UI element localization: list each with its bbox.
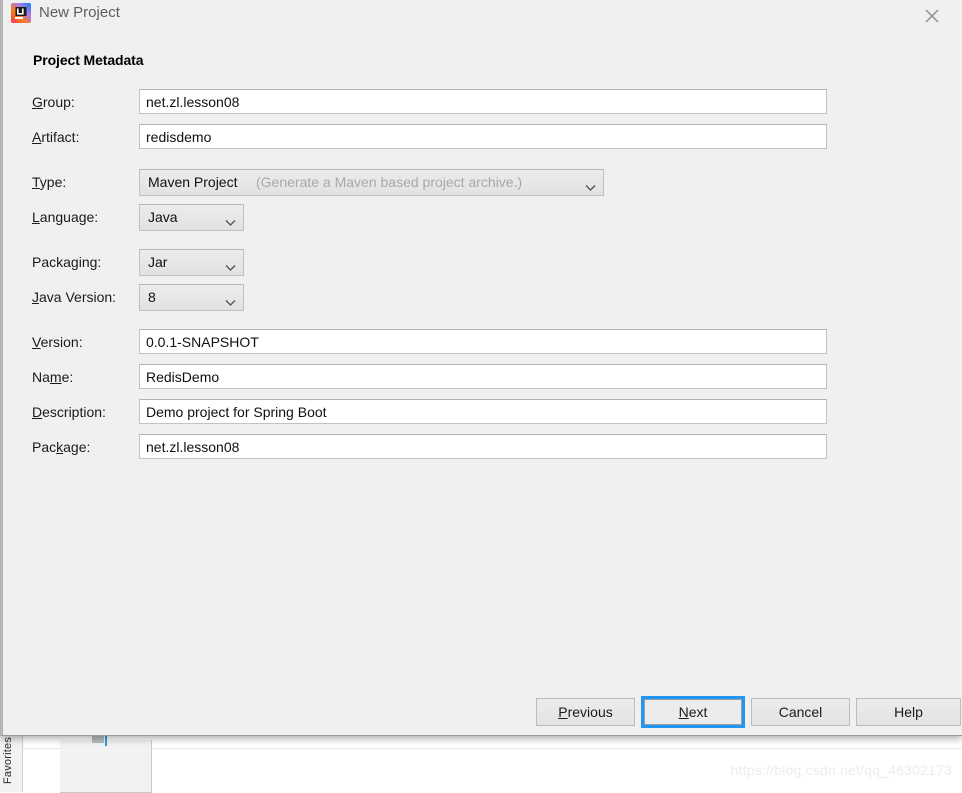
artifact-input[interactable] [139, 124, 827, 149]
label-type: Type: [32, 174, 67, 190]
label-package-pre: Pac [32, 439, 57, 455]
language-combobox[interactable]: Java [139, 204, 244, 231]
label-artifact: Artifact: [32, 129, 80, 145]
label-description-rest: escription: [42, 404, 106, 420]
label-type-rest: ype: [39, 174, 67, 190]
packaging-combobox[interactable]: Jar [139, 249, 244, 276]
java-version-combobox[interactable]: 8 [139, 284, 244, 311]
label-name-rest: e: [61, 369, 74, 385]
description-input[interactable] [139, 399, 827, 424]
chevron-down-icon [225, 294, 236, 312]
chevron-down-icon [225, 214, 236, 232]
label-package-rest: age: [63, 439, 91, 455]
cancel-button[interactable]: Cancel [751, 698, 850, 726]
previous-button[interactable]: Previous [536, 698, 635, 726]
label-group-rest: roup: [42, 94, 75, 110]
watermark-text: https://blog.csdn.net/qq_46302173 [730, 762, 952, 778]
label-group: Group: [32, 94, 75, 110]
type-combobox-value: Maven Project [148, 174, 238, 190]
next-button-inner: Next [644, 699, 742, 725]
label-java-version-rest: ava Version: [39, 289, 117, 305]
label-name: Name: [32, 369, 74, 385]
chevron-down-icon [585, 179, 596, 197]
intellij-idea-icon [11, 3, 31, 23]
previous-button-rest: revious [567, 704, 613, 720]
label-artifact-rest: rtifact: [41, 129, 80, 145]
label-packaging: Packaging: [32, 254, 102, 270]
page-title: Project Metadata [33, 52, 144, 68]
help-button[interactable]: Help [856, 698, 961, 726]
dialog-title-bar: New Project [3, 0, 962, 30]
label-packaging-pre: Packa [32, 254, 71, 270]
chevron-down-icon [225, 259, 236, 277]
ide-tab-marker [92, 736, 104, 743]
name-input[interactable] [139, 364, 827, 389]
version-input[interactable] [139, 329, 827, 354]
label-package: Package: [32, 439, 91, 455]
next-button[interactable]: Next [641, 696, 745, 728]
label-name-pre: Na [32, 369, 50, 385]
label-packaging-rest: ing: [78, 254, 102, 270]
close-icon[interactable] [910, 0, 954, 30]
type-combobox-hint: (Generate a Maven based project archive.… [256, 174, 523, 190]
label-description: Description: [32, 404, 106, 420]
label-version-rest: ersion: [40, 334, 83, 350]
package-input[interactable] [139, 434, 827, 459]
new-project-dialog: New Project Project Metadata Group: Arti… [0, 0, 962, 736]
java-version-combobox-value: 8 [148, 289, 156, 305]
next-button-rest: ext [688, 704, 708, 720]
dialog-title: New Project [39, 4, 120, 21]
language-combobox-value: Java [148, 209, 178, 225]
group-input[interactable] [139, 89, 827, 114]
label-language: Language: [32, 209, 99, 225]
ide-caret [105, 735, 107, 746]
type-combobox[interactable]: Maven Project (Generate a Maven based pr… [139, 169, 604, 196]
label-language-rest: anguage: [39, 209, 99, 225]
label-version: Version: [32, 334, 83, 350]
packaging-combobox-value: Jar [148, 254, 168, 270]
label-java-version: Java Version: [32, 289, 117, 305]
